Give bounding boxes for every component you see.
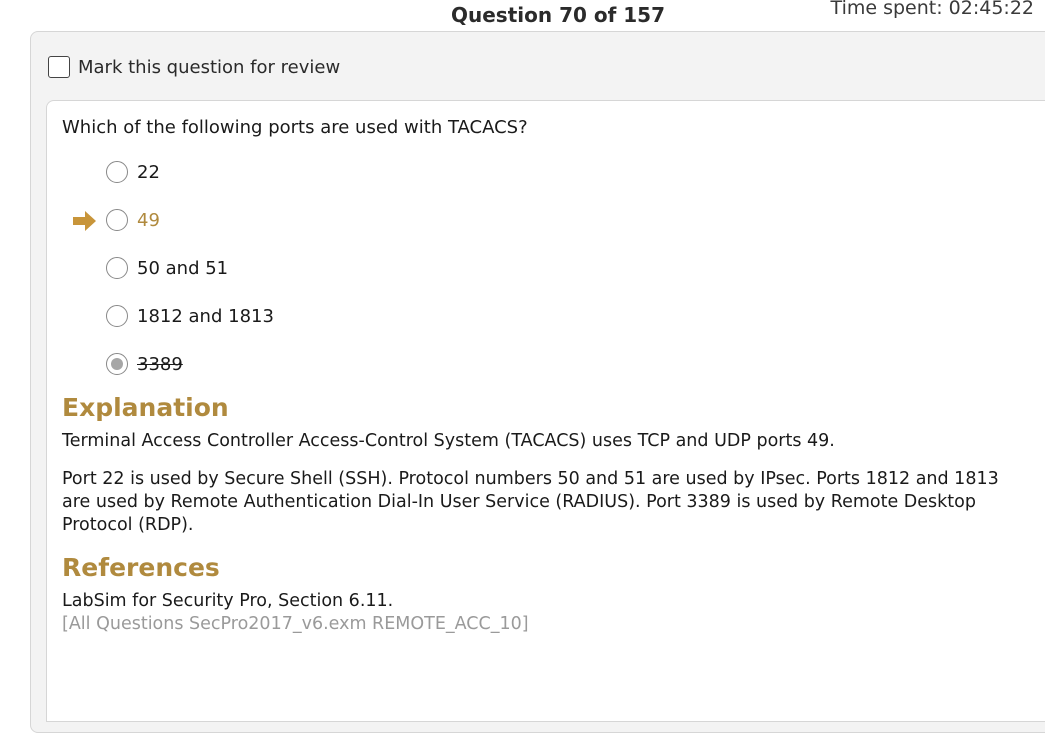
- explanation-heading: Explanation: [62, 393, 229, 422]
- radio-button-selected[interactable]: [106, 353, 128, 375]
- option-label-struck[interactable]: 3389: [137, 354, 183, 375]
- right-arrow-icon: [73, 211, 96, 231]
- answer-option-1[interactable]: 22: [106, 160, 160, 184]
- answer-option-4[interactable]: 1812 and 1813: [106, 304, 274, 328]
- time-spent: Time spent: 02:45:22: [830, 0, 1034, 19]
- answer-option-2[interactable]: 49: [106, 208, 160, 232]
- reference-source: LabSim for Security Pro, Section 6.11.: [62, 591, 394, 611]
- question-id: [All Questions SecPro2017_v6.exm REMOTE_…: [62, 614, 529, 634]
- option-label-correct[interactable]: 49: [137, 210, 160, 231]
- radio-button[interactable]: [106, 161, 128, 183]
- review-checkbox[interactable]: [48, 56, 70, 78]
- option-label[interactable]: 22: [137, 162, 160, 183]
- references-heading: References: [62, 553, 220, 582]
- review-label[interactable]: Mark this question for review: [78, 57, 340, 78]
- question-counter: Question 70 of 157: [451, 3, 666, 27]
- radio-button[interactable]: [106, 209, 128, 231]
- radio-button[interactable]: [106, 257, 128, 279]
- question-text: Which of the following ports are used wi…: [62, 117, 528, 138]
- radio-button[interactable]: [106, 305, 128, 327]
- option-label[interactable]: 50 and 51: [137, 258, 228, 279]
- answer-option-3[interactable]: 50 and 51: [106, 256, 228, 280]
- mark-for-review[interactable]: Mark this question for review: [48, 56, 340, 78]
- explanation-paragraph-2: Port 22 is used by Secure Shell (SSH). P…: [62, 469, 999, 535]
- answer-option-5[interactable]: 3389: [106, 352, 183, 376]
- option-label[interactable]: 1812 and 1813: [137, 306, 274, 327]
- explanation-paragraph-1: Terminal Access Controller Access-Contro…: [62, 431, 835, 451]
